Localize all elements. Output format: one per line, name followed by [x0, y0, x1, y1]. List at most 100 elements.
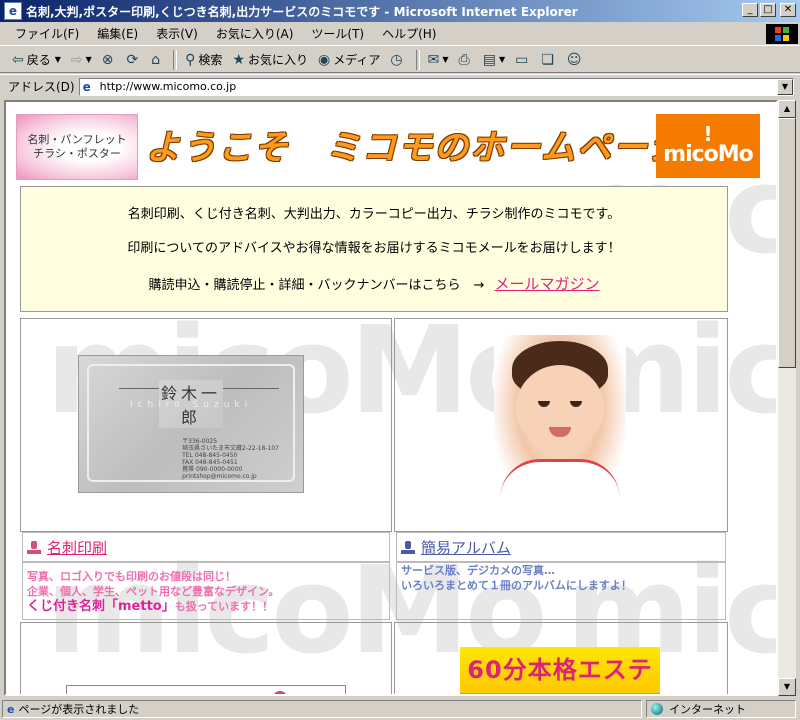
album-desc-line2: いろいろまとめて１冊のアルバムにしますよ！ [401, 579, 632, 592]
discuss-button[interactable]: ▭ [511, 51, 535, 69]
business-card-sample[interactable]: 鈴木一郎 Ichiro Suzuki 〒336-0025 埼玉県さいたま市文蔵2… [78, 355, 304, 493]
card-email: printshop@micomo.co.jp [182, 473, 257, 480]
mail-icon: ✉ [427, 51, 440, 68]
menu-view[interactable]: 表示(V) [147, 23, 207, 44]
meishi-title-cell: 名刺印刷 [22, 532, 390, 562]
card-zip: 〒336-0025 [182, 438, 218, 445]
card-fax: FAX 048-845-0451 [182, 459, 238, 466]
edit-dropdown-icon[interactable]: ▼ [499, 55, 505, 64]
lower-left-cell [20, 622, 392, 694]
back-label: 戻る [26, 53, 51, 67]
refresh-button[interactable]: ⟳ [123, 51, 146, 69]
status-message: ページが表示されました [18, 703, 140, 716]
meishi-title: 名刺印刷 [47, 539, 108, 557]
vertical-scrollbar[interactable]: ▲ ▼ [778, 100, 796, 696]
forward-button[interactable]: ⇨ ▼ [67, 51, 96, 69]
album-desc-cell: サービス版、デジカメの写真… いろいろまとめて１冊のアルバムにしますよ！ [396, 562, 726, 620]
page-done-icon: e [7, 702, 15, 716]
esthe-banner-strip [460, 693, 660, 694]
search-label: 検索 [198, 53, 223, 67]
home-button[interactable]: ⌂ [147, 51, 167, 69]
forward-dropdown-icon[interactable]: ▼ [86, 55, 92, 64]
scroll-up-button[interactable]: ▲ [778, 100, 796, 118]
address-dropdown-icon[interactable]: ▼ [777, 78, 793, 95]
meishi-link[interactable]: 名刺印刷 [27, 537, 107, 558]
scroll-down-button[interactable]: ▼ [778, 678, 796, 696]
menu-edit[interactable]: 編集(E) [88, 23, 147, 44]
title-bar: e 名刺,大判,ポスター印刷,くじつき名刺,出力サービスのミコモです - Mic… [0, 0, 800, 22]
info-line-3-text: 購読申込・購読停止・詳細・バックナンバーはこちら → [148, 278, 485, 293]
baby-shirt [500, 459, 620, 514]
baby-photo[interactable] [494, 335, 626, 514]
media-icon: ◉ [318, 51, 331, 68]
close-button[interactable]: ✕ [780, 3, 796, 17]
card-tel: TEL 048-845-0450 [182, 452, 238, 459]
toolbar-separator [173, 49, 178, 70]
home-icon: ⌂ [151, 51, 161, 68]
esthe-banner[interactable]: 60分本格エステ [460, 647, 660, 693]
favorites-label: お気に入り [248, 53, 309, 67]
address-url: http://www.micomo.co.jp [99, 80, 237, 93]
menu-tools[interactable]: ツール(T) [302, 23, 373, 44]
stamp-icon [27, 540, 41, 555]
favorites-icon: ★ [232, 51, 245, 68]
media-button[interactable]: ◉ メディア [314, 50, 384, 69]
standard-toolbar: ⇦ 戻る ▼ ⇨ ▼ ⊗ ⟳ ⌂ ⚲ 検索 ★ お気に入り ◉ メディア ◷ ✉… [0, 47, 800, 73]
stop-button[interactable]: ⊗ [98, 51, 121, 69]
lower-right-cell: 60分本格エステ [394, 622, 728, 694]
album-title: 簡易アルバム [421, 539, 511, 557]
card-mobile: 携帯 090-0000-0000 [182, 466, 243, 473]
research-button[interactable]: ❏ [537, 51, 561, 69]
welcome-banner: ようこそ ミコモのホームページへ！ [146, 128, 757, 168]
favorites-button[interactable]: ★ お気に入り [228, 50, 312, 69]
metto-link[interactable]: くじ付き名刺「metto」 [27, 599, 175, 614]
back-button[interactable]: ⇦ 戻る ▼ [8, 50, 65, 69]
micomo-logo[interactable]: ! micoMo [656, 114, 760, 178]
status-message-pane: e ページが表示されました [2, 700, 642, 718]
lower-left-image[interactable] [66, 685, 346, 694]
mail-button[interactable]: ✉ ▼ [424, 51, 453, 69]
maximize-button[interactable]: □ [760, 3, 776, 17]
menu-favorites[interactable]: お気に入り(A) [207, 23, 303, 44]
album-title-cell: 簡易アルバム [396, 532, 726, 562]
back-dropdown-icon[interactable]: ▼ [55, 55, 61, 64]
menu-help[interactable]: ヘルプ(H) [373, 23, 445, 44]
card-frame: 鈴木一郎 Ichiro Suzuki 〒336-0025 埼玉県さいたま市文蔵2… [87, 364, 295, 482]
search-button[interactable]: ⚲ 検索 [181, 50, 226, 69]
services-banner-line1: 名刺・パンフレット [27, 133, 127, 146]
forward-arrow-icon: ⇨ [70, 51, 83, 68]
mail-dropdown-icon[interactable]: ▼ [442, 55, 448, 64]
services-banner[interactable]: 名刺・パンフレット チラシ・ポスター [16, 114, 138, 180]
history-button[interactable]: ◷ [386, 51, 409, 69]
menu-file[interactable]: ファイル(F) [6, 23, 88, 44]
info-line-3: 購読申込・購読停止・詳細・バックナンバーはこちら → メールマガジン [21, 273, 727, 294]
security-zone: インターネット [669, 703, 746, 716]
service-grid: 鈴木一郎 Ichiro Suzuki 〒336-0025 埼玉県さいたま市文蔵2… [20, 318, 728, 694]
toolbar-separator [415, 49, 420, 70]
album-link[interactable]: 簡易アルバム [401, 537, 511, 558]
logo-text: micoMo [663, 142, 754, 167]
meishi-description: 写真、ロゴ入りでも印刷のお値段は同じ！ 企業、個人、学生、ペット用など豊富なデザ… [27, 569, 279, 614]
history-icon: ◷ [390, 51, 403, 68]
meishi-desc-line2: 企業、個人、学生、ペット用など豊富なデザイン。 [27, 585, 280, 598]
print-button[interactable]: ⎙ [455, 51, 477, 69]
scroll-thumb[interactable] [778, 118, 796, 368]
ie-icon: e [4, 2, 22, 20]
meishi-image-cell: 鈴木一郎 Ichiro Suzuki 〒336-0025 埼玉県さいたま市文蔵2… [20, 318, 392, 532]
meishi-desc-line1: 写真、ロゴ入りでも印刷のお値段は同じ！ [27, 570, 236, 583]
page-viewport: micoMo micoMo micoMo micoMo micoMo 名刺・パン… [4, 100, 778, 696]
minimize-button[interactable]: _ [742, 3, 758, 17]
address-bar: アドレス(D) e http://www.micomo.co.jp ▼ [0, 74, 800, 98]
edit-button[interactable]: ▤ ▼ [479, 51, 509, 69]
back-arrow-icon: ⇦ [12, 51, 24, 68]
search-icon: ⚲ [185, 51, 196, 68]
meishi-desc-cell: 写真、ロゴ入りでも印刷のお値段は同じ！ 企業、個人、学生、ペット用など豊富なデザ… [22, 562, 390, 620]
messenger-button[interactable]: ☺ [563, 51, 589, 69]
card-address-block: 〒336-0025 埼玉県さいたま市文蔵2-22-18-107 TEL 048-… [182, 438, 279, 480]
address-input[interactable]: e http://www.micomo.co.jp ▼ [78, 77, 794, 96]
windows-logo-icon [766, 24, 798, 44]
mail-magazine-link[interactable]: メールマガジン [495, 275, 600, 293]
research-icon: ❏ [541, 51, 554, 68]
address-label: アドレス(D) [8, 80, 75, 94]
info-box: 名刺印刷、くじ付き名刺、大判出力、カラーコピー出力、チラシ制作のミコモです。 印… [20, 186, 728, 312]
